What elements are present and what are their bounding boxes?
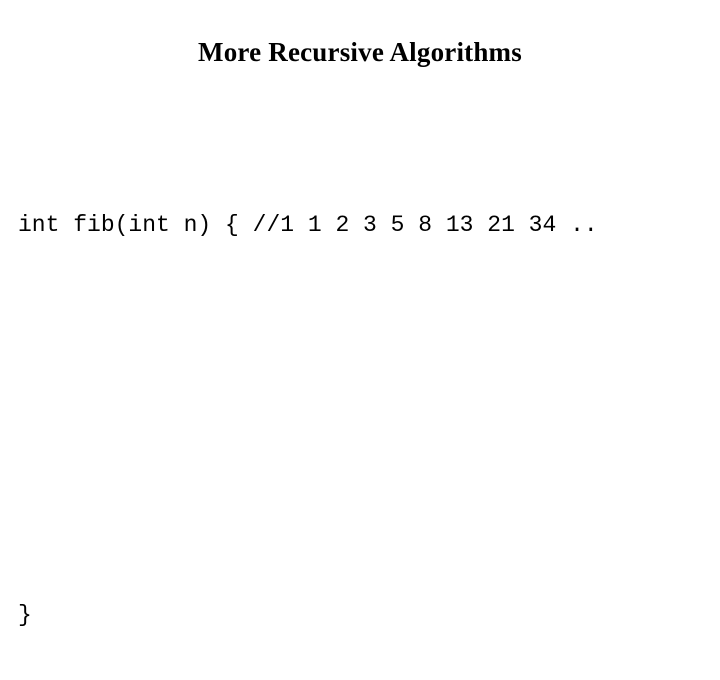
slide: More Recursive Algorithms int fib(int n)…: [0, 0, 720, 628]
code-line-closing-brace: }: [18, 602, 32, 628]
code-block: int fib(int n) { //1 1 2 3 5 8 13 21 34 …: [18, 160, 708, 680]
code-line-function-signature: int fib(int n) { //1 1 2 3 5 8 13 21 34 …: [18, 212, 598, 238]
page-title: More Recursive Algorithms: [198, 37, 522, 67]
